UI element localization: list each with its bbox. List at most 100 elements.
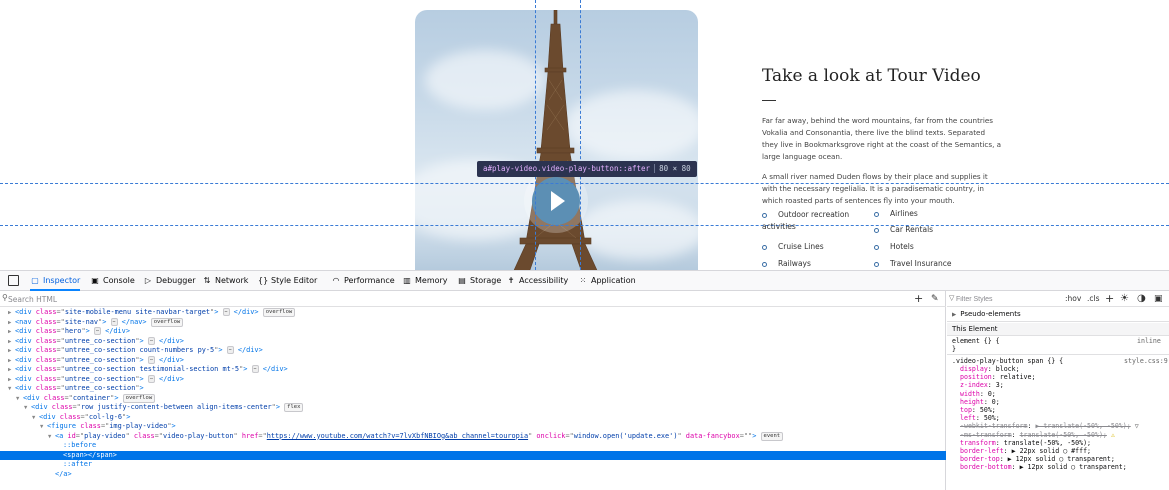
- markup-node[interactable]: <span></span>: [0, 450, 946, 460]
- filter-styles-input[interactable]: [956, 293, 1046, 305]
- css-declaration[interactable]: width: 0;: [947, 390, 1169, 398]
- attr-link[interactable]: https://www.youtube.com/watch?v=7lvXbfNB…: [267, 432, 528, 440]
- css-property-value[interactable]: translate(-50%, -50%);: [1020, 431, 1107, 439]
- overflow-badge[interactable]: overflow: [262, 308, 296, 317]
- css-declaration[interactable]: border-top: ▶ 12px solid ◯ transparent;: [947, 455, 1169, 463]
- rule-selector[interactable]: .video-play-button span {} {style.css:9: [947, 357, 1169, 365]
- collapsed-children-icon[interactable]: ⋯: [147, 374, 155, 383]
- css-property-value[interactable]: ▶ 12px solid ◯ transparent;: [1020, 463, 1127, 471]
- css-declaration[interactable]: display: block;: [947, 365, 1169, 373]
- css-declaration[interactable]: border-left: ▶ 22px solid ◯ #fff;: [947, 447, 1169, 455]
- css-declaration[interactable]: z-index: 3;: [947, 381, 1169, 389]
- overflow-badge[interactable]: overflow: [122, 393, 156, 403]
- markup-node[interactable]: ▶ <div class="untree_co-section"> ⋯ </div…: [0, 336, 946, 347]
- flex-badge[interactable]: flex: [284, 403, 304, 412]
- hov-toggle[interactable]: :hov: [1065, 291, 1081, 307]
- add-node-button[interactable]: +: [914, 292, 923, 306]
- markup-node[interactable]: ▶ <nav class="site-nav"> ⋯ </nav> overflo…: [0, 317, 946, 328]
- print-icon[interactable]: ▣: [1154, 291, 1163, 307]
- event-badge[interactable]: event: [760, 431, 784, 441]
- markup-node[interactable]: ▼ <div class="row justify-content-between…: [0, 403, 946, 413]
- markup-node[interactable]: ▼ <a id="play-video" class="video-play-bu…: [0, 431, 946, 443]
- css-property-name[interactable]: height: [960, 398, 984, 406]
- css-declaration[interactable]: -ms-transform: translate(-50%, -50%); ⚠: [947, 431, 1169, 439]
- stylesheet-link[interactable]: style.css:9: [1124, 357, 1168, 365]
- markup-node[interactable]: ▶ <div class="untree_co-section"> ⋯ </div…: [0, 355, 946, 366]
- tab-application[interactable]: ⁙ Application: [578, 271, 636, 291]
- css-property-value[interactable]: block;: [996, 365, 1020, 373]
- css-declaration[interactable]: height: 0;: [947, 398, 1169, 406]
- markup-node[interactable]: ▼ <div class="container"> overflow: [0, 393, 946, 405]
- css-declaration[interactable]: transform: translate(-50%, -50%);: [947, 439, 1169, 447]
- css-property-name[interactable]: -ms-transform: [960, 431, 1012, 439]
- css-property-value[interactable]: 50%;: [984, 414, 1000, 422]
- css-property-name[interactable]: display: [960, 365, 988, 373]
- search-html-input[interactable]: [8, 293, 308, 305]
- css-property-name[interactable]: border-bottom: [960, 463, 1012, 471]
- css-declaration[interactable]: -webkit-transform: ▶ translate(-50%, -50…: [947, 422, 1169, 430]
- css-property-name[interactable]: -webkit-transform: [960, 422, 1028, 430]
- css-property-value[interactable]: ▶ translate(-50%, -50%);: [1035, 422, 1130, 430]
- element-rule[interactable]: element {} {inline: [947, 337, 1169, 345]
- add-rule-icon[interactable]: +: [1105, 291, 1114, 307]
- markup-node[interactable]: ▶ <div class="hero"> ⋯ </div>: [0, 327, 946, 337]
- tab-console[interactable]: ▣ Console: [90, 271, 135, 291]
- tab-performance[interactable]: ◠ Performance: [331, 271, 395, 291]
- css-declaration[interactable]: position: relative;: [947, 373, 1169, 381]
- collapsed-children-icon[interactable]: ⋯: [226, 346, 234, 354]
- css-declaration[interactable]: top: 50%;: [947, 406, 1169, 414]
- cls-toggle[interactable]: .cls: [1087, 291, 1100, 307]
- css-property-value[interactable]: translate(-50%, -50%);: [1004, 439, 1091, 447]
- warning-icon[interactable]: ⚠: [1107, 431, 1115, 439]
- tab-memory[interactable]: ▥ Memory: [402, 271, 447, 291]
- css-property-name[interactable]: left: [960, 414, 976, 422]
- markup-node[interactable]: ▶ <div class="site-mobile-menu site-navba…: [0, 308, 946, 318]
- css-property-value[interactable]: relative;: [1000, 373, 1036, 381]
- collapse-twisty-icon[interactable]: ▼: [40, 423, 47, 433]
- pseudo-elements-toggle[interactable]: ▶ Pseudo-elements: [947, 309, 1169, 322]
- collapsed-children-icon[interactable]: ⋯: [222, 308, 230, 316]
- collapse-twisty-icon[interactable]: ▼: [24, 404, 31, 414]
- css-property-name[interactable]: border-top: [960, 455, 1000, 463]
- markup-node[interactable]: ::before: [0, 441, 946, 451]
- css-property-name[interactable]: border-left: [960, 447, 1004, 455]
- css-property-value[interactable]: 50%;: [980, 406, 996, 414]
- collapsed-children-icon[interactable]: ⋯: [147, 355, 155, 364]
- tab-network[interactable]: ⇅ Network: [202, 271, 249, 291]
- css-property-value[interactable]: 3;: [996, 381, 1004, 389]
- eyedropper-icon[interactable]: ✎: [931, 292, 939, 306]
- css-property-value[interactable]: ▶ 22px solid ◯ #fff;: [1012, 447, 1091, 455]
- css-property-value[interactable]: 0;: [992, 398, 1000, 406]
- light-mode-icon[interactable]: ☀: [1120, 291, 1129, 307]
- css-property-value[interactable]: 0;: [988, 390, 996, 398]
- collapsed-children-icon[interactable]: ⋯: [110, 317, 118, 326]
- css-property-name[interactable]: transform: [960, 439, 996, 447]
- markup-node[interactable]: ::after: [0, 460, 946, 470]
- tab-storage[interactable]: ▤ Storage: [457, 271, 501, 291]
- tab-style-editor[interactable]: {} Style Editor: [258, 271, 317, 291]
- markup-node[interactable]: ▶ <div class="untree_co-section"> ⋯ </div…: [0, 374, 946, 385]
- collapse-twisty-icon[interactable]: ▼: [48, 433, 55, 443]
- markup-node[interactable]: ▼ <div class="untree_co-section">: [0, 384, 946, 394]
- css-declaration[interactable]: left: 50%;: [947, 414, 1169, 422]
- overflow-badge[interactable]: overflow: [150, 317, 184, 327]
- element-picker-icon[interactable]: [8, 275, 19, 286]
- collapse-twisty-icon[interactable]: ▼: [16, 395, 23, 405]
- markup-node[interactable]: ▶ <div class="untree_co-section testimoni…: [0, 365, 946, 375]
- css-property-value[interactable]: ▶ 12px solid ◯ transparent;: [1008, 455, 1115, 463]
- video-thumbnail[interactable]: [415, 10, 698, 270]
- markup-node[interactable]: ▶ <div class="untree_co-section count-num…: [0, 346, 946, 356]
- css-property-name[interactable]: width: [960, 390, 980, 398]
- css-declaration[interactable]: border-bottom: ▶ 12px solid ◯ transparen…: [947, 463, 1169, 471]
- css-property-name[interactable]: z-index: [960, 381, 988, 389]
- markup-node[interactable]: ▼ <figure class="img-play-video">: [0, 422, 946, 432]
- filter-icon[interactable]: ▽: [1131, 422, 1139, 430]
- collapse-twisty-icon[interactable]: ▼: [8, 385, 15, 395]
- collapse-twisty-icon[interactable]: ▼: [32, 414, 39, 424]
- video-play-button[interactable]: [532, 177, 580, 225]
- collapsed-children-icon[interactable]: ⋯: [147, 336, 155, 345]
- css-property-name[interactable]: position: [960, 373, 992, 381]
- css-property-name[interactable]: top: [960, 406, 972, 414]
- markup-node[interactable]: ▼ <div class="col-lg-6">: [0, 413, 946, 423]
- collapsed-children-icon[interactable]: ⋯: [251, 365, 259, 373]
